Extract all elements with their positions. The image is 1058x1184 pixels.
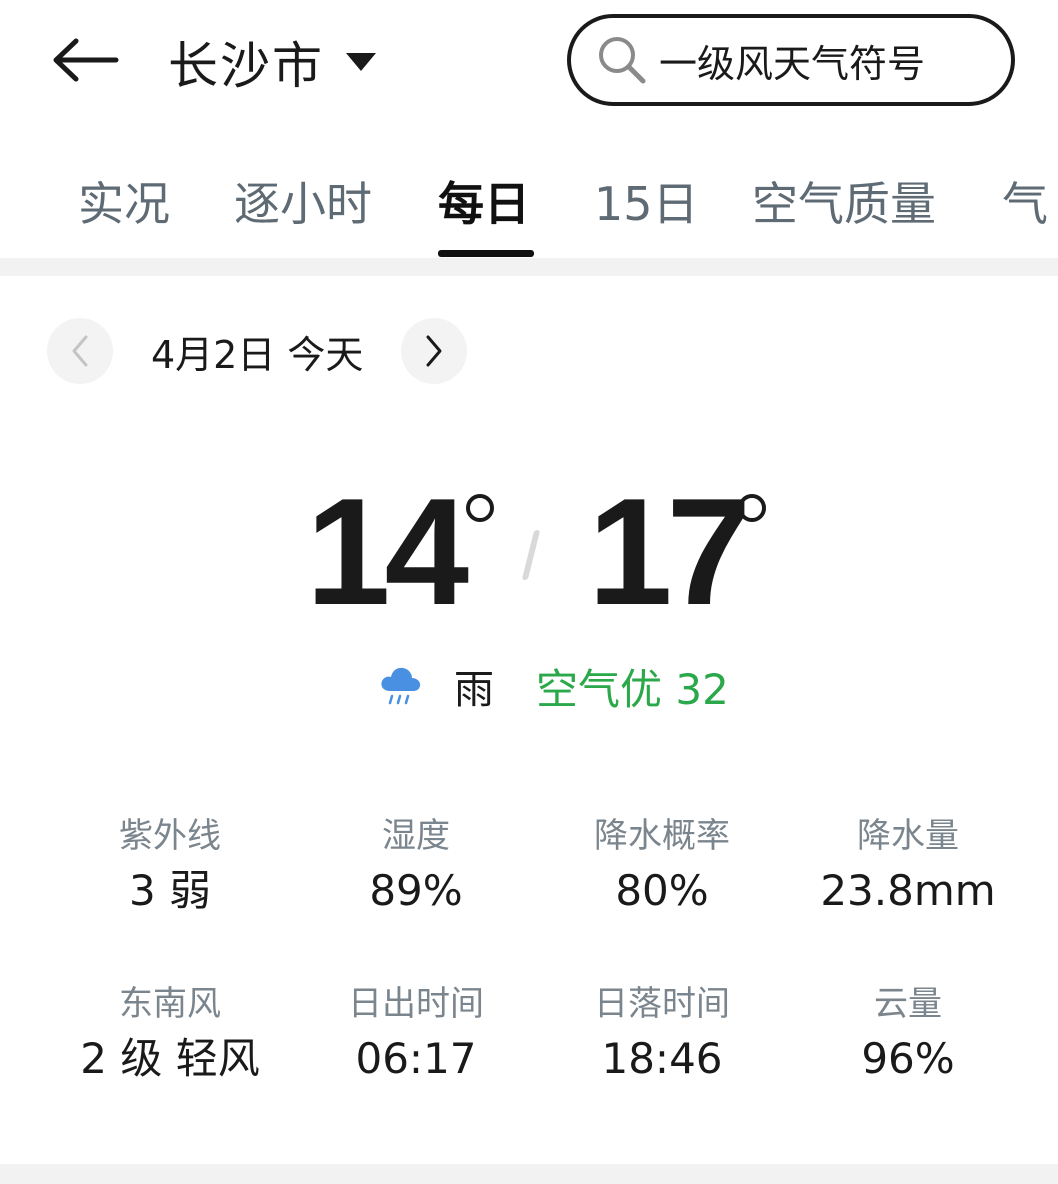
- degree-symbol-low: [466, 494, 494, 522]
- city-name: 长沙市: [168, 37, 324, 95]
- rain-cloud-icon: [381, 667, 421, 705]
- stat-value: 3 弱: [128, 866, 212, 915]
- stat-label: 紫外线: [119, 816, 221, 856]
- caret-down-icon: [346, 53, 376, 71]
- back-button[interactable]: [40, 22, 130, 98]
- stat-wind: 东南风 2 级 轻风: [47, 980, 293, 1090]
- city-selector[interactable]: 长沙市: [168, 24, 376, 100]
- stat-label: 日出时间: [348, 984, 484, 1024]
- stat-value: 96%: [861, 1034, 955, 1083]
- stat-label: 日落时间: [594, 984, 730, 1024]
- stat-humidity: 湿度 89%: [293, 812, 539, 922]
- stat-precip-probability: 降水概率 80%: [539, 812, 785, 922]
- stat-label: 湿度: [382, 816, 450, 856]
- chevron-left-icon: [72, 335, 88, 367]
- next-day-button[interactable]: [401, 318, 468, 384]
- stat-sunrise: 日出时间 06:17: [293, 980, 539, 1090]
- stat-sunset: 日落时间 18:46: [539, 980, 785, 1090]
- tab-15day[interactable]: 15日: [594, 168, 699, 234]
- stat-value: 89%: [369, 866, 463, 915]
- stat-cloud-cover: 云量 96%: [785, 980, 1031, 1090]
- tab-daily[interactable]: 每日: [438, 168, 530, 234]
- chevron-right-icon: [426, 335, 442, 367]
- stat-value: 18:46: [601, 1034, 723, 1083]
- prev-day-button[interactable]: [47, 318, 113, 384]
- weather-condition: 雨: [454, 667, 494, 713]
- stat-label: 云量: [874, 984, 942, 1024]
- stat-value: 80%: [615, 866, 709, 915]
- stat-label: 降水概率: [594, 816, 730, 856]
- stat-value: 06:17: [355, 1034, 477, 1083]
- date-navigator: 4月2日 今天: [47, 318, 468, 384]
- top-bar: 长沙市 一级风天气符号: [0, 0, 1058, 125]
- stat-label: 东南风: [119, 984, 221, 1024]
- search-placeholder: 一级风天气符号: [659, 41, 926, 86]
- active-tab-indicator: [438, 250, 534, 257]
- tab-bar: 实况 逐小时 每日 15日 空气质量 气: [0, 150, 1058, 260]
- arrow-left-icon: [53, 38, 119, 82]
- tab-live[interactable]: 实况: [78, 168, 170, 234]
- stat-value: 23.8mm: [820, 866, 996, 915]
- tab-more[interactable]: 气: [1002, 168, 1048, 234]
- search-icon: [599, 37, 646, 84]
- stat-value: 2 级 轻风: [80, 1034, 260, 1083]
- date-label: 4月2日 今天: [151, 332, 364, 377]
- stat-label: 降水量: [857, 816, 959, 856]
- air-quality-badge[interactable]: 空气优 32: [536, 656, 729, 717]
- degree-symbol-high: [738, 494, 766, 522]
- tab-hourly[interactable]: 逐小时: [234, 168, 372, 234]
- tab-air-quality[interactable]: 空气质量: [752, 168, 936, 234]
- search-box[interactable]: 一级风天气符号: [567, 14, 1015, 106]
- temp-high: 17: [588, 467, 751, 637]
- stat-precipitation: 降水量 23.8mm: [785, 812, 1031, 922]
- temp-low: 14: [306, 467, 469, 637]
- stat-uv: 紫外线 3 弱: [47, 812, 293, 922]
- bottom-divider: [0, 1164, 1058, 1184]
- condition-row: 雨 空气优 32: [378, 656, 729, 716]
- section-divider: [0, 258, 1058, 276]
